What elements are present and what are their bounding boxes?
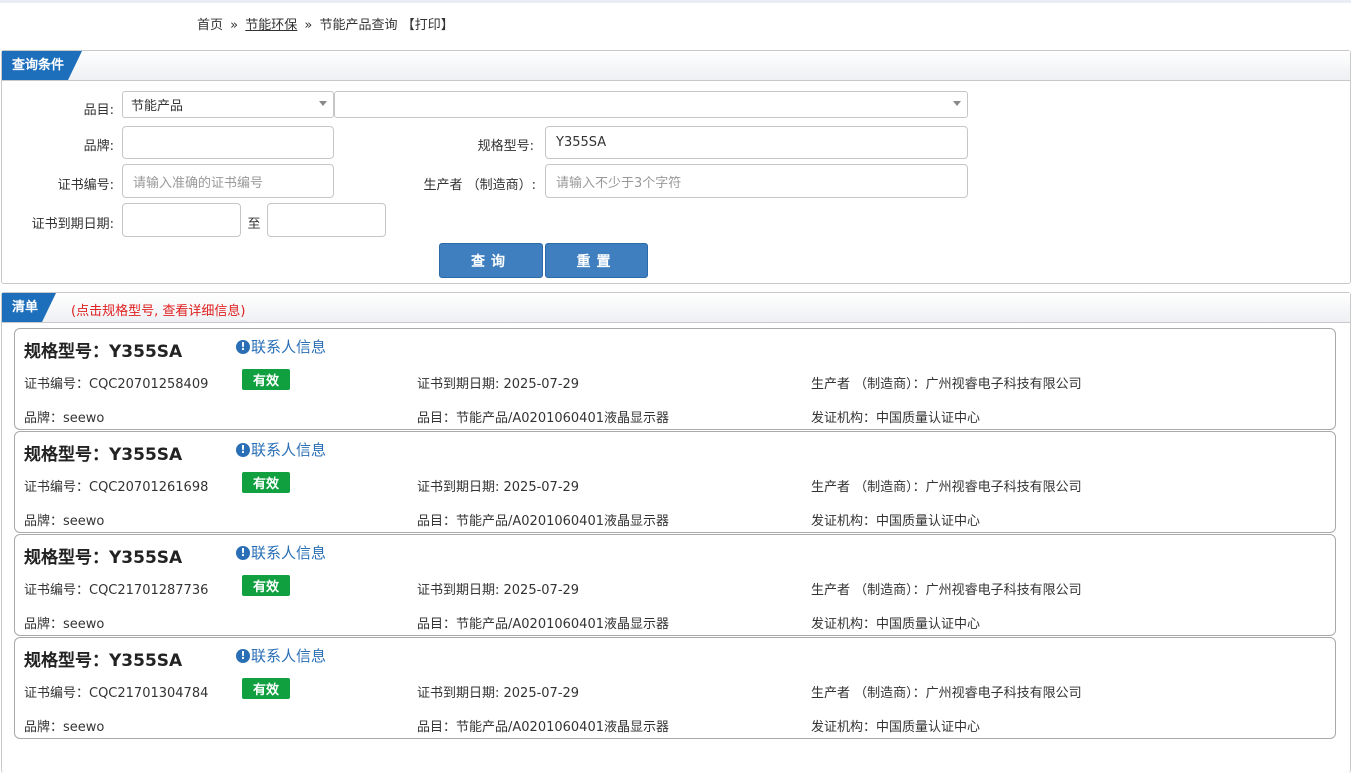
- info-icon: !: [236, 442, 250, 457]
- cert-no-label: 证书编号:: [57, 178, 114, 193]
- category: 品目：节能产品/A0201060401液晶显示器: [417, 617, 669, 632]
- query-panel-title: 查询条件: [2, 51, 82, 80]
- print-link[interactable]: 【打印】: [402, 18, 454, 33]
- cert-no: 证书编号：CQC20701261698: [24, 480, 209, 495]
- breadcrumb-home[interactable]: 首页: [197, 18, 223, 33]
- contact-info-link[interactable]: ! 联系人信息: [236, 542, 326, 563]
- expiry-to-input[interactable]: [267, 203, 386, 237]
- list-panel-header: 清单 (点击规格型号, 查看详细信息): [2, 293, 1350, 323]
- top-border: [0, 0, 1351, 3]
- query-panel-header: 查询条件: [2, 51, 1350, 81]
- subcategory-select[interactable]: [334, 91, 968, 118]
- category-select-value: 节能产品: [131, 99, 184, 114]
- model-link[interactable]: 规格型号：Y355SA: [24, 337, 182, 362]
- cert-no: 证书编号：CQC21701287736: [24, 583, 209, 598]
- manufacturer: 生产者 （制造商）：广州视睿电子科技有限公司: [811, 583, 1082, 598]
- cert-no: 证书编号：CQC20701258409: [24, 377, 209, 392]
- expiry-date: 证书到期日期: 2025-07-29: [417, 583, 580, 598]
- list-item: 规格型号：Y355SA ! 联系人信息 证书编号：CQC20701258409 有…: [14, 328, 1336, 430]
- brand: 品牌：seewo: [24, 514, 105, 529]
- issuer: 发证机构：中国质量认证中心: [811, 720, 981, 735]
- issuer: 发证机构：中国质量认证中心: [811, 617, 981, 632]
- cert-no: 证书编号：CQC21701304784: [24, 686, 209, 701]
- brand-input[interactable]: [122, 126, 334, 159]
- list-panel-title: 清单: [2, 293, 56, 322]
- status-badge: 有效: [242, 369, 290, 390]
- model-label: 规格型号:: [477, 139, 534, 154]
- breadcrumb: 首页 » 节能环保 » 节能产品查询 【打印】: [197, 14, 454, 33]
- manufacturer: 生产者 （制造商）：广州视睿电子科技有限公司: [811, 686, 1082, 701]
- category: 品目：节能产品/A0201060401液晶显示器: [417, 514, 669, 529]
- maker-input[interactable]: 请输入不少于3个字符: [545, 164, 968, 198]
- model-link[interactable]: 规格型号：Y355SA: [24, 646, 182, 671]
- contact-info-link[interactable]: ! 联系人信息: [236, 336, 326, 357]
- chevron-down-icon: [953, 101, 961, 106]
- brand: 品牌：seewo: [24, 720, 105, 735]
- breadcrumb-separator: »: [230, 18, 239, 33]
- chevron-down-icon: [319, 101, 327, 106]
- category-select[interactable]: 节能产品: [122, 91, 334, 118]
- status-badge: 有效: [242, 575, 290, 596]
- contact-info-link[interactable]: ! 联系人信息: [236, 645, 326, 666]
- contact-info-label: 联系人信息: [251, 544, 327, 562]
- contact-info-label: 联系人信息: [251, 441, 327, 459]
- search-button[interactable]: 查询: [439, 243, 543, 278]
- expiry-from-input[interactable]: [122, 203, 241, 237]
- list-hint: (点击规格型号, 查看详细信息): [71, 304, 246, 319]
- expiry-date: 证书到期日期: 2025-07-29: [417, 686, 580, 701]
- expiry-range-separator: 至: [247, 217, 261, 232]
- model-link[interactable]: 规格型号：Y355SA: [24, 440, 182, 465]
- breadcrumb-section-link[interactable]: 节能环保: [245, 18, 297, 33]
- manufacturer: 生产者 （制造商）：广州视睿电子科技有限公司: [811, 377, 1082, 392]
- reset-button[interactable]: 重置: [545, 243, 648, 278]
- contact-info-label: 联系人信息: [251, 338, 327, 356]
- brand-label: 品牌:: [83, 139, 114, 154]
- category: 品目：节能产品/A0201060401液晶显示器: [417, 720, 669, 735]
- expiry-date: 证书到期日期: 2025-07-29: [417, 377, 580, 392]
- breadcrumb-current: 节能产品查询: [319, 18, 398, 33]
- contact-info-link[interactable]: ! 联系人信息: [236, 439, 326, 460]
- model-link[interactable]: 规格型号：Y355SA: [24, 543, 182, 568]
- manufacturer: 生产者 （制造商）：广州视睿电子科技有限公司: [811, 480, 1082, 495]
- list-item: 规格型号：Y355SA ! 联系人信息 证书编号：CQC20701261698 有…: [14, 431, 1336, 533]
- status-badge: 有效: [242, 472, 290, 493]
- breadcrumb-separator: »: [304, 18, 313, 33]
- expiry-date: 证书到期日期: 2025-07-29: [417, 480, 580, 495]
- category: 品目：节能产品/A0201060401液晶显示器: [417, 411, 669, 426]
- cert-no-input[interactable]: 请输入准确的证书编号: [122, 164, 334, 198]
- brand: 品牌：seewo: [24, 617, 105, 632]
- list-item: 规格型号：Y355SA ! 联系人信息 证书编号：CQC21701304784 有…: [14, 637, 1336, 739]
- query-panel: 查询条件 品目: 节能产品 品牌: 规格型号: Y355SA 证书编号: 请输入…: [1, 50, 1351, 284]
- info-icon: !: [236, 545, 250, 560]
- brand: 品牌：seewo: [24, 411, 105, 426]
- info-icon: !: [236, 339, 250, 354]
- maker-label: 生产者 （制造商）:: [423, 178, 536, 193]
- status-badge: 有效: [242, 678, 290, 699]
- category-label: 品目:: [83, 103, 114, 118]
- issuer: 发证机构：中国质量认证中心: [811, 514, 981, 529]
- list-item: 规格型号：Y355SA ! 联系人信息 证书编号：CQC21701287736 有…: [14, 534, 1336, 636]
- contact-info-label: 联系人信息: [251, 647, 327, 665]
- model-input[interactable]: Y355SA: [545, 126, 968, 159]
- issuer: 发证机构：中国质量认证中心: [811, 411, 981, 426]
- expiry-label: 证书到期日期:: [31, 217, 114, 232]
- info-icon: !: [236, 648, 250, 663]
